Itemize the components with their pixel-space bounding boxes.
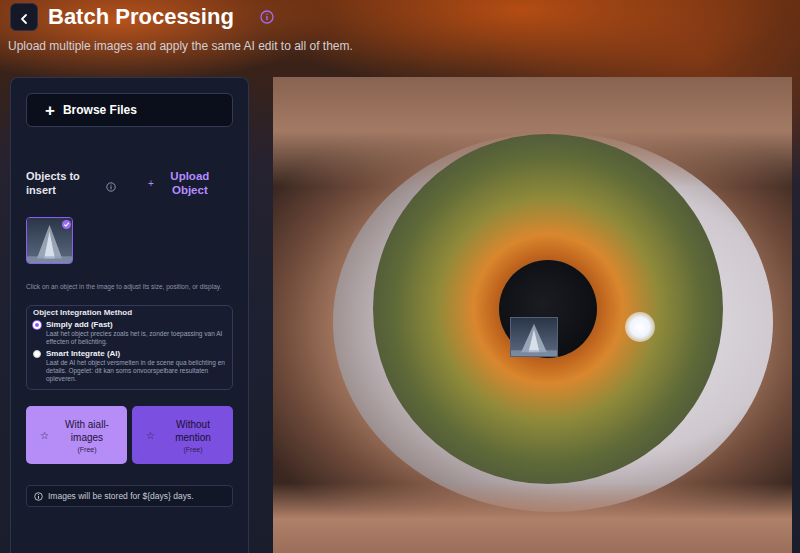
button-price: (Free) <box>161 446 225 453</box>
option-text: Simply add (Fast)Laat het object precies… <box>46 320 226 346</box>
objects-label: Objects to insert <box>26 169 84 197</box>
image-preview[interactable] <box>273 77 792 553</box>
main-area: + Browse Files Objects to insert + Upload Ob… <box>0 77 800 553</box>
storage-note: Images will be stored for ${days} days. <box>26 485 233 507</box>
page-title: Batch Processing <box>48 4 234 30</box>
info-icon <box>34 492 43 501</box>
chevron-left-icon <box>18 11 30 23</box>
integration-option[interactable]: Smart Integrate (AI)Laat de AI het objec… <box>33 349 226 383</box>
plus-icon: + <box>148 178 154 189</box>
browse-label: Browse Files <box>63 103 137 117</box>
hint-text: Click on an object in the image to adjus… <box>26 282 226 291</box>
inserted-object[interactable] <box>510 317 558 357</box>
process-button[interactable]: ☆ Without mention (Free) <box>132 406 233 464</box>
page-subtitle: Upload multiple images and apply the sam… <box>0 34 800 59</box>
button-price: (Free) <box>55 446 119 453</box>
star-icon: ☆ <box>40 430 49 441</box>
object-thumbnail[interactable] <box>26 217 73 264</box>
option-description: Laat het object precies zoals het is, zo… <box>46 330 226 346</box>
upload-object-button[interactable]: + Upload Object <box>116 169 216 197</box>
plus-icon: + <box>45 102 55 119</box>
option-label: Simply add (Fast) <box>46 320 226 329</box>
option-label: Smart Integrate (AI) <box>46 349 226 358</box>
option-text: Smart Integrate (AI)Laat de AI het objec… <box>46 349 226 383</box>
process-button[interactable]: ☆ With aiall-images (Free) <box>26 406 127 464</box>
settings-panel: + Browse Files Objects to insert + Upload Ob… <box>10 77 249 553</box>
radio-button[interactable] <box>33 321 41 329</box>
radio-button[interactable] <box>33 350 41 358</box>
header: Batch Processing <box>0 0 800 34</box>
integration-title: Object Integration Method <box>33 308 226 317</box>
eye-lidlow <box>273 483 792 553</box>
star-icon: ☆ <box>146 430 155 441</box>
back-button[interactable] <box>10 3 38 31</box>
upload-object-label: Upload Object <box>164 169 216 197</box>
note-text: Images will be stored for ${days} days. <box>48 491 194 501</box>
button-text: With aiall-images (Free) <box>55 418 119 453</box>
button-text: Without mention (Free) <box>161 418 225 453</box>
info-icon[interactable] <box>260 10 274 24</box>
option-description: Laat de AI het object versmelten in de s… <box>46 359 226 383</box>
button-label: Without mention <box>161 418 225 444</box>
objects-header: Objects to insert + Upload Object <box>26 169 233 197</box>
info-icon <box>106 178 116 188</box>
browse-files-button[interactable]: + Browse Files <box>26 93 233 127</box>
eye-glint <box>625 312 655 342</box>
object-list <box>26 197 233 264</box>
action-buttons: ☆ With aiall-images (Free) ☆ Without mention… <box>26 406 233 464</box>
integration-option[interactable]: Simply add (Fast)Laat het object precies… <box>33 320 226 346</box>
check-icon <box>62 220 71 229</box>
button-label: With aiall-images <box>55 418 119 444</box>
integration-method-group: Object Integration Method Simply add (Fas… <box>26 305 233 390</box>
